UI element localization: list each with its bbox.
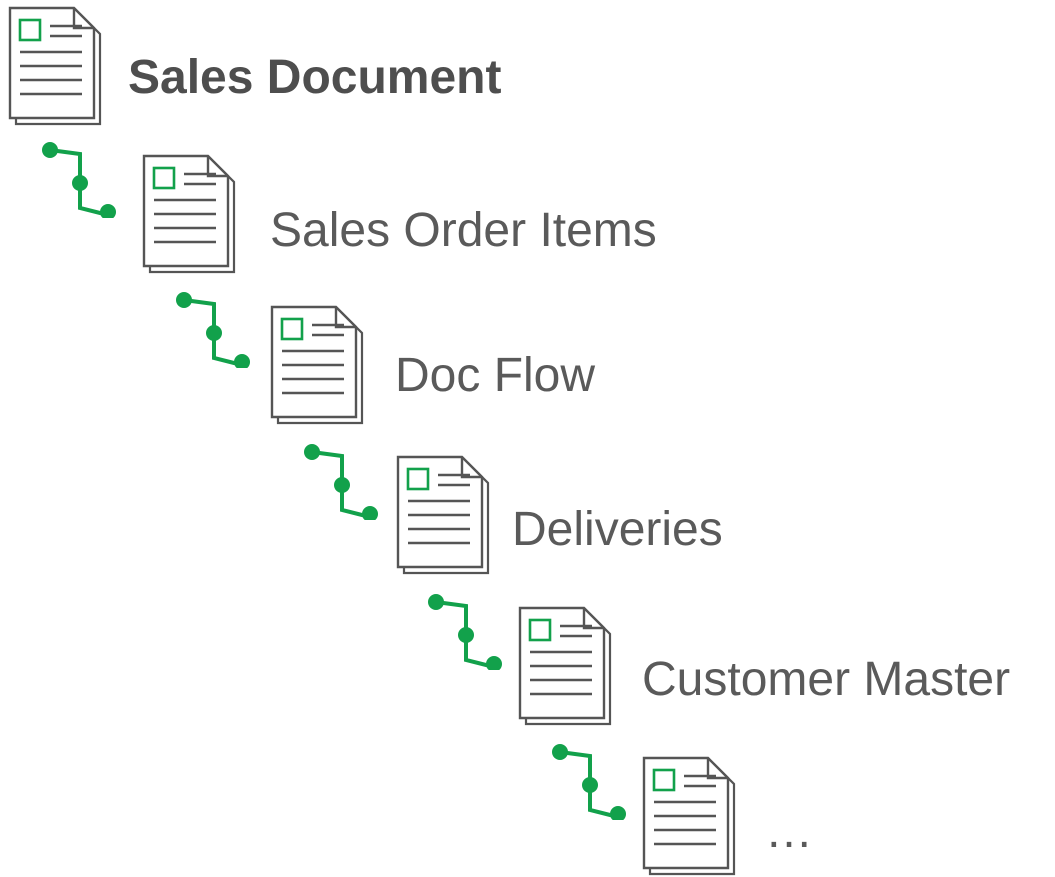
hierarchy-connector-icon <box>304 444 378 520</box>
document-icon <box>8 6 102 126</box>
node-label: Customer Master <box>642 653 1011 706</box>
document-icon <box>142 154 236 274</box>
node-label: Deliveries <box>512 503 723 556</box>
node-label: Sales Order Items <box>270 204 657 257</box>
node-label: Doc Flow <box>395 349 596 402</box>
node-label: … <box>765 805 813 858</box>
hierarchy-connector-icon <box>428 594 502 670</box>
hierarchy-connector-icon <box>552 744 626 820</box>
hierarchy-connector-icon <box>42 142 116 218</box>
document-icon <box>270 305 364 425</box>
hierarchy-connector-icon <box>176 292 250 368</box>
document-icon <box>518 606 612 726</box>
hierarchy-diagram: Sales Document Sales Order Items Doc Flo… <box>0 0 1055 877</box>
document-icon <box>396 455 490 575</box>
node-label: Sales Document <box>128 51 502 104</box>
document-icon <box>642 756 736 876</box>
